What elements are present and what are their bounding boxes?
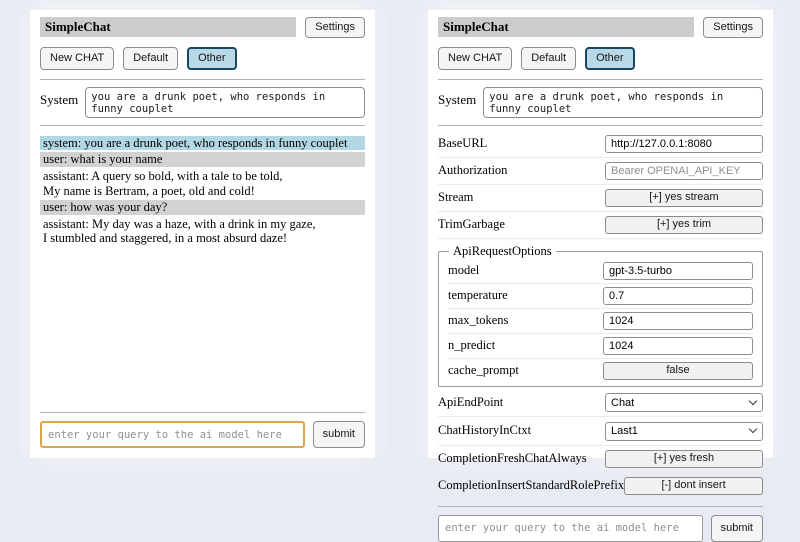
settings-panel-heading: SimpleChat Settings [438, 17, 763, 38]
max-tokens-label: max_tokens [448, 313, 508, 328]
session-new-chat-button[interactable]: New CHAT [438, 47, 512, 70]
temperature-label: temperature [448, 288, 508, 303]
query-input[interactable] [438, 515, 703, 542]
session-default-button[interactable]: Default [521, 47, 576, 70]
chat-message-assistant: assistant: A query so bold, with a tale … [40, 169, 365, 198]
settings-button[interactable]: Settings [305, 17, 365, 38]
api-request-options-legend: ApiRequestOptions [449, 244, 556, 259]
divider [438, 506, 763, 507]
divider [438, 125, 763, 126]
setting-row-stream: Stream [+] yes stream [438, 185, 763, 212]
api-endpoint-select[interactable]: Chat [605, 393, 763, 412]
setting-row-authorization: Authorization [438, 158, 763, 185]
model-label: model [448, 263, 479, 278]
setting-row-cache-prompt: cache_prompt false [448, 359, 753, 383]
completion-insert-standard-role-prefix-toggle-button[interactable]: [-] dont insert [624, 477, 763, 495]
session-new-chat-button[interactable]: New CHAT [40, 47, 114, 70]
chat-message-user: user: how was your day? [40, 200, 365, 215]
n-predict-label: n_predict [448, 338, 495, 353]
setting-row-completion-fresh-chat-always: CompletionFreshChatAlways [+] yes fresh [438, 446, 763, 473]
chat-history-in-ctxt-label: ChatHistoryInCtxt [438, 423, 531, 438]
chat-history-in-ctxt-select[interactable]: Last1 [605, 422, 763, 441]
completion-insert-standard-role-prefix-label: CompletionInsertStandardRolePrefix [438, 478, 624, 493]
setting-row-temperature: temperature [448, 284, 753, 309]
api-endpoint-label: ApiEndPoint [438, 395, 503, 410]
authorization-input[interactable] [605, 162, 763, 180]
completion-fresh-chat-always-toggle-button[interactable]: [+] yes fresh [605, 450, 763, 468]
setting-row-max-tokens: max_tokens [448, 309, 753, 334]
setting-row-model: model [448, 259, 753, 284]
query-input[interactable] [40, 421, 305, 448]
temperature-input[interactable] [603, 287, 753, 305]
query-row: submit [438, 515, 763, 542]
divider [40, 125, 365, 126]
trim-garbage-label: TrimGarbage [438, 217, 505, 232]
system-prompt-input[interactable]: you are a drunk poet, who responds in fu… [483, 87, 763, 118]
system-prompt-row: System you are a drunk poet, who respond… [40, 87, 365, 118]
system-prompt-row: System you are a drunk poet, who respond… [438, 87, 763, 118]
session-other-button[interactable]: Other [187, 47, 237, 70]
chat-message-user: user: what is your name [40, 152, 365, 167]
authorization-label: Authorization [438, 163, 507, 178]
completion-fresh-chat-always-label: CompletionFreshChatAlways [438, 451, 587, 466]
system-prompt-label: System [438, 87, 476, 108]
session-tabs: New CHAT Default Other [438, 47, 763, 70]
chat-message-assistant: assistant: My day was a haze, with a dri… [40, 217, 365, 246]
setting-row-base-url: BaseURL [438, 131, 763, 158]
model-input[interactable] [603, 262, 753, 280]
api-endpoint-select-wrap: Chat [605, 393, 763, 413]
chat-panel: SimpleChat Settings New CHAT Default Oth… [30, 10, 375, 458]
chat-message-list: system: you are a drunk poet, who respon… [40, 136, 365, 248]
app-title: SimpleChat [438, 17, 694, 37]
setting-row-completion-insert-standard-role-prefix: CompletionInsertStandardRolePrefix [-] d… [438, 473, 763, 500]
setting-row-api-endpoint: ApiEndPoint Chat [438, 389, 763, 418]
chat-panel-heading: SimpleChat Settings [40, 17, 365, 38]
session-other-button[interactable]: Other [585, 47, 635, 70]
chat-message-system: system: you are a drunk poet, who respon… [40, 136, 365, 151]
system-prompt-input[interactable]: you are a drunk poet, who responds in fu… [85, 87, 365, 118]
setting-row-n-predict: n_predict [448, 334, 753, 359]
api-request-options-fieldset: ApiRequestOptions model temperature max_… [438, 244, 763, 387]
submit-button[interactable]: submit [711, 515, 763, 542]
max-tokens-input[interactable] [603, 312, 753, 330]
session-tabs: New CHAT Default Other [40, 47, 365, 70]
settings-panel: SimpleChat Settings New CHAT Default Oth… [428, 10, 773, 458]
stream-toggle-button[interactable]: [+] yes stream [605, 189, 763, 207]
submit-button[interactable]: submit [313, 421, 365, 448]
trim-garbage-toggle-button[interactable]: [+] yes trim [605, 216, 763, 234]
cache-prompt-label: cache_prompt [448, 363, 519, 378]
spacer [40, 248, 365, 406]
app-title: SimpleChat [40, 17, 296, 37]
system-prompt-label: System [40, 87, 78, 108]
settings-button[interactable]: Settings [703, 17, 763, 38]
settings-list: BaseURL Authorization Stream [+] yes str… [438, 131, 763, 500]
cache-prompt-toggle-button[interactable]: false [603, 362, 753, 380]
query-row: submit [40, 421, 365, 448]
divider [40, 412, 365, 413]
n-predict-input[interactable] [603, 337, 753, 355]
chat-history-select-wrap: Last1 [605, 421, 763, 441]
base-url-label: BaseURL [438, 136, 487, 151]
base-url-input[interactable] [605, 135, 763, 153]
stream-label: Stream [438, 190, 473, 205]
setting-row-trim-garbage: TrimGarbage [+] yes trim [438, 212, 763, 239]
session-default-button[interactable]: Default [123, 47, 178, 70]
setting-row-chat-history-in-ctxt: ChatHistoryInCtxt Last1 [438, 417, 763, 446]
divider [40, 79, 365, 80]
divider [438, 79, 763, 80]
